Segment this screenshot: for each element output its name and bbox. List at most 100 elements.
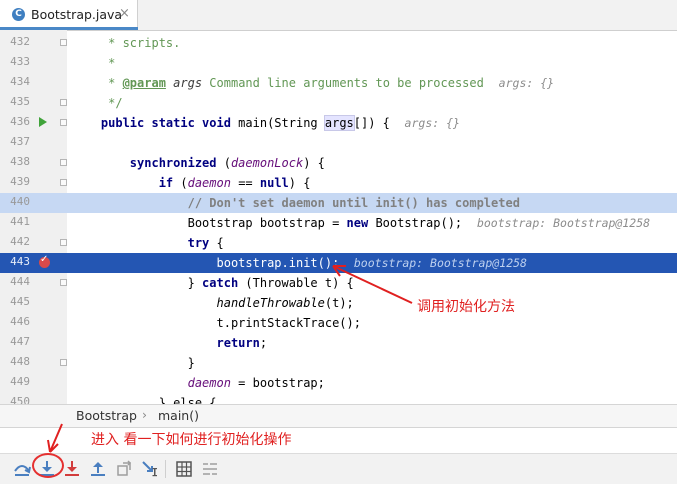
code-line[interactable]: 437 xyxy=(0,133,677,153)
code-line[interactable]: 445 handleThrowable(t); xyxy=(0,293,677,313)
run-gutter-icon[interactable] xyxy=(39,117,47,127)
code-line[interactable]: 439 if (daemon == null) { xyxy=(0,173,677,193)
code-line[interactable]: 433 * xyxy=(0,53,677,73)
code-token: return xyxy=(72,336,260,350)
toolbar-separator xyxy=(165,460,166,478)
code-text: try { xyxy=(72,236,224,250)
code-line[interactable]: 435 */ xyxy=(0,93,677,113)
code-text: handleThrowable(t); xyxy=(72,296,354,310)
code-text: */ xyxy=(72,96,123,110)
code-text: daemon = bootstrap; xyxy=(72,376,325,390)
fold-marker-icon[interactable] xyxy=(60,99,67,106)
code-line[interactable]: 440 // Don't set daemon until init() has… xyxy=(0,193,677,213)
code-text: } catch (Throwable t) { xyxy=(72,276,354,290)
code-text: return; xyxy=(72,336,267,350)
line-number: 449 xyxy=(10,375,30,388)
line-number: 448 xyxy=(10,355,30,368)
code-token: (t); xyxy=(324,296,354,310)
force-step-into-icon xyxy=(65,461,79,476)
tab-close-icon[interactable]: × xyxy=(119,6,130,21)
fold-marker-icon[interactable] xyxy=(60,39,67,46)
code-token: ) { xyxy=(288,176,311,190)
step-into-highlight-circle xyxy=(32,453,64,478)
line-number: 445 xyxy=(10,295,30,308)
line-number: 438 xyxy=(10,155,30,168)
debugger-toolbar xyxy=(0,453,677,484)
code-token: t.printStackTrace(); xyxy=(72,316,361,330)
code-text: // Don't set daemon until init() has com… xyxy=(72,196,520,210)
breadcrumb-class[interactable]: Bootstrap xyxy=(76,408,137,423)
breadcrumb-separator: › xyxy=(142,407,147,422)
code-line[interactable]: 446 t.printStackTrace(); xyxy=(0,313,677,333)
code-token: == xyxy=(230,176,260,190)
trace-stream-button[interactable] xyxy=(200,459,220,479)
line-number: 441 xyxy=(10,215,30,228)
code-text: } xyxy=(72,356,195,370)
code-token: * xyxy=(72,36,123,50)
fold-marker-icon[interactable] xyxy=(60,279,67,286)
step-over-button[interactable] xyxy=(12,459,32,479)
fold-marker-icon[interactable] xyxy=(60,179,67,186)
code-text: * @param args Command line arguments to … xyxy=(72,76,484,90)
code-line[interactable]: 442 try { xyxy=(0,233,677,253)
inline-debug-value: args: {} xyxy=(404,116,460,130)
inline-debug-value: args: {} xyxy=(498,76,555,90)
tab-bootstrap-java[interactable]: C Bootstrap.java × xyxy=(0,0,138,30)
breadcrumb-method[interactable]: main() xyxy=(158,408,199,423)
step-over-icon xyxy=(14,465,31,476)
code-text: bootstrap.init(); xyxy=(72,256,339,270)
code-token: daemon xyxy=(187,176,231,190)
code-token: */ xyxy=(72,96,123,110)
code-token: } else { xyxy=(72,396,217,404)
fold-marker-icon[interactable] xyxy=(60,359,67,366)
code-token: (Throwable t) { xyxy=(245,276,354,290)
annotation-step-into: 进入 看一下如何进行初始化操作 xyxy=(91,432,292,448)
step-out-button[interactable] xyxy=(88,459,108,479)
code-line[interactable]: 436 public static void main(String args[… xyxy=(0,113,677,133)
line-number: 440 xyxy=(10,195,30,208)
annotation-init-method: 调用初始化方法 xyxy=(417,299,515,315)
code-token: } xyxy=(72,356,195,370)
drop-frame-button[interactable] xyxy=(114,459,134,479)
evaluate-expression-icon xyxy=(176,461,192,477)
code-line[interactable]: 443 bootstrap.init(); bootstrap: Bootstra… xyxy=(0,253,677,273)
code-line[interactable]: 448 } xyxy=(0,353,677,373)
code-token: public static void xyxy=(72,116,239,130)
code-line[interactable]: 438 synchronized (daemonLock) { xyxy=(0,153,677,173)
code-editor[interactable]: 432 * scripts. 433 * 434 * @param args Com… xyxy=(0,30,677,404)
code-token: null xyxy=(259,176,289,190)
code-line[interactable]: 444 } catch (Throwable t) { xyxy=(0,273,677,293)
code-line[interactable]: 441 Bootstrap bootstrap = new Bootstrap(… xyxy=(0,213,677,233)
code-token: ; xyxy=(259,336,268,350)
code-token: daemon xyxy=(187,376,231,390)
code-text: Bootstrap bootstrap = new Bootstrap(); xyxy=(72,216,463,230)
drop-frame-icon xyxy=(117,460,132,476)
code-token: * xyxy=(72,76,123,90)
tab-filename: Bootstrap.java xyxy=(31,7,123,22)
code-line[interactable]: 434 * @param args Command line arguments… xyxy=(0,73,677,93)
line-number: 436 xyxy=(10,115,30,128)
code-line[interactable]: 447 return; xyxy=(0,333,677,353)
code-line[interactable]: 432 * scripts. xyxy=(0,33,677,53)
evaluate-expression-button[interactable] xyxy=(174,459,194,479)
code-token: Bootstrap bootstrap = xyxy=(72,216,347,230)
fold-marker-icon[interactable] xyxy=(60,119,67,126)
run-to-cursor-button[interactable] xyxy=(140,459,160,479)
code-token: try xyxy=(72,236,217,250)
arrow-to-step-into-line xyxy=(49,423,63,453)
breakpoint-icon[interactable] xyxy=(39,254,50,268)
code-line[interactable]: 450 } else { xyxy=(0,393,677,404)
line-number: 450 xyxy=(10,395,30,404)
fold-marker-icon[interactable] xyxy=(60,159,67,166)
code-token: args xyxy=(323,115,355,131)
code-token: Bootstrap(); xyxy=(375,216,463,230)
java-class-icon: C xyxy=(12,8,25,21)
line-number: 443 xyxy=(10,255,30,268)
fold-marker-icon[interactable] xyxy=(60,239,67,246)
code-token: new xyxy=(346,216,376,230)
code-token: * xyxy=(72,56,116,70)
code-line[interactable]: 449 daemon = bootstrap; xyxy=(0,373,677,393)
line-number: 437 xyxy=(10,135,30,148)
run-to-cursor-icon xyxy=(142,461,157,477)
force-step-into-button[interactable] xyxy=(62,459,82,479)
